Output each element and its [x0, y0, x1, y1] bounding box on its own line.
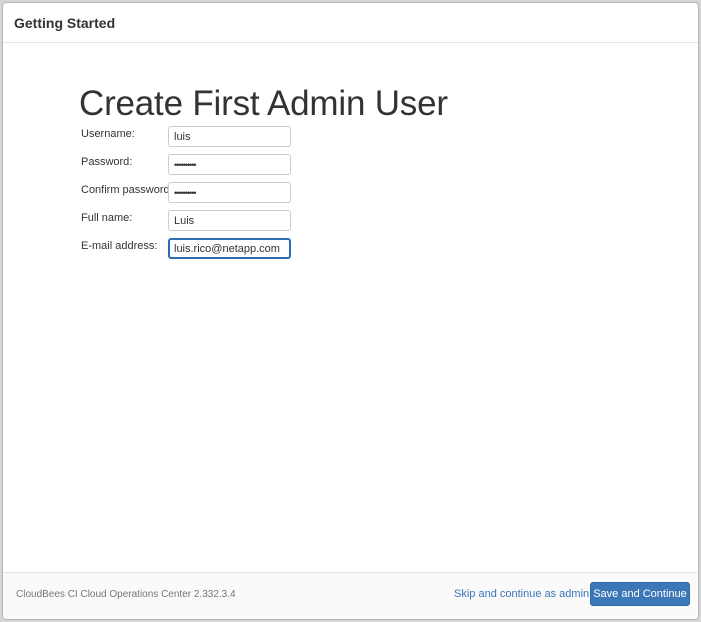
email-field[interactable] — [168, 238, 291, 259]
page-title: Create First Admin User — [79, 84, 448, 123]
confirm-password-row: Confirm password: — [81, 182, 381, 204]
password-input[interactable] — [168, 154, 291, 175]
save-and-continue-button[interactable]: Save and Continue — [590, 582, 690, 606]
dialog-title: Getting Started — [14, 14, 116, 31]
skip-and-continue-link[interactable]: Skip and continue as admin — [454, 588, 589, 600]
full-name-input[interactable] — [168, 210, 291, 231]
version-text: CloudBees CI Cloud Operations Center 2.3… — [16, 589, 236, 600]
username-row: Username: — [81, 126, 381, 148]
confirm-password-label: Confirm password: — [81, 184, 173, 196]
username-input[interactable] — [168, 126, 291, 147]
email-label: E-mail address: — [81, 240, 158, 252]
username-label: Username: — [81, 128, 135, 140]
password-row: Password: — [81, 154, 381, 176]
dialog-footer: CloudBees CI Cloud Operations Center 2.3… — [3, 572, 698, 619]
full-name-label: Full name: — [81, 212, 133, 224]
dialog-header: Getting Started — [3, 3, 698, 43]
getting-started-dialog: Getting Started Create First Admin User … — [2, 2, 699, 620]
confirm-password-input[interactable] — [168, 182, 291, 203]
email-row: E-mail address: — [81, 238, 381, 260]
full-name-row: Full name: — [81, 210, 381, 232]
password-label: Password: — [81, 156, 133, 168]
dialog-body: Create First Admin User Username: Passwo… — [3, 44, 698, 572]
